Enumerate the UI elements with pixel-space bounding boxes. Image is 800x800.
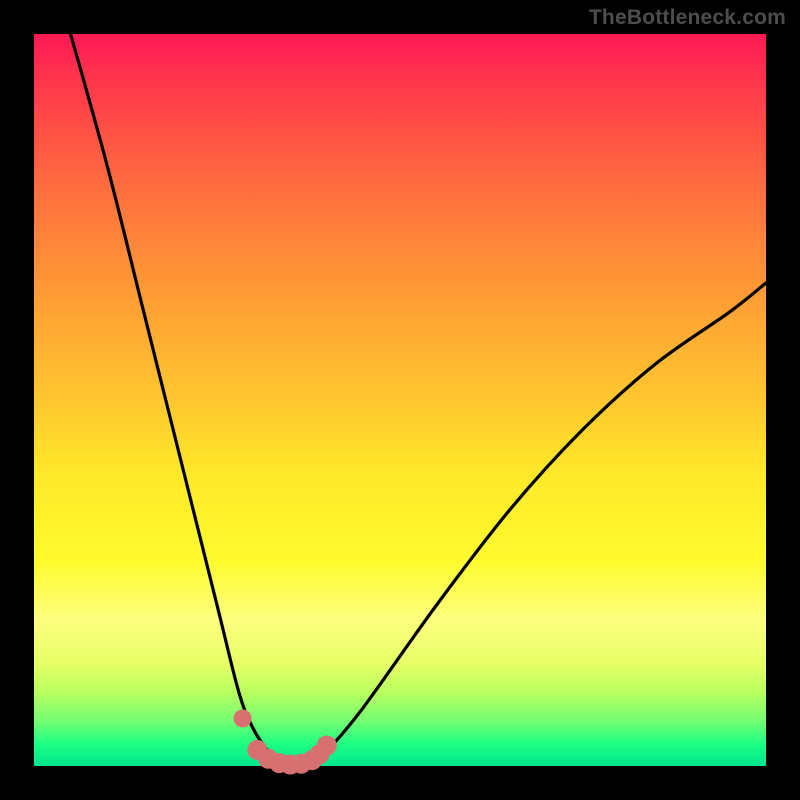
chart-svg (0, 0, 800, 800)
sweet-spot-marker (317, 736, 337, 756)
watermark-text: TheBottleneck.com (589, 6, 786, 30)
chart-stage: TheBottleneck.com (0, 0, 800, 800)
marker-group (234, 709, 337, 774)
bottleneck-curve (71, 34, 766, 767)
sweet-spot-marker (234, 709, 252, 727)
